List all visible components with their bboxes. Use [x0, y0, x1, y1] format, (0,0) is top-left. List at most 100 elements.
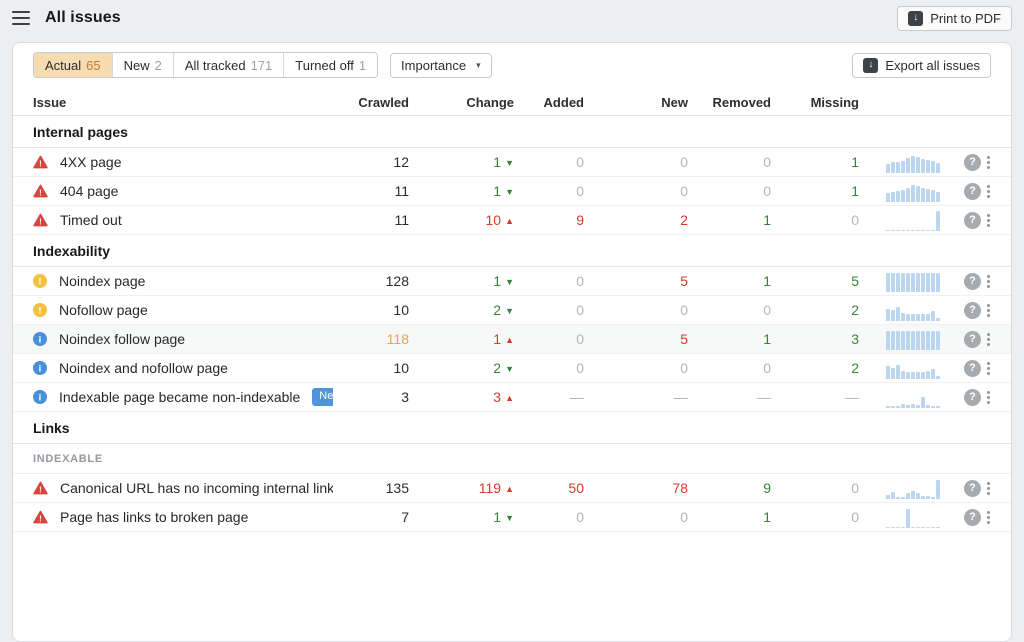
- filter-tab-actual[interactable]: Actual65: [34, 53, 112, 77]
- issue-cell[interactable]: !Timed out: [33, 212, 333, 228]
- change-value: 1▼: [409, 509, 514, 525]
- crawled-value: 118: [333, 331, 409, 347]
- change-up-icon: ▲: [505, 484, 514, 494]
- error-icon: !: [33, 184, 48, 198]
- issue-cell[interactable]: ! Page has links to broken page: [33, 509, 333, 525]
- missing-value: 5: [771, 273, 859, 289]
- more-options-kebab-icon[interactable]: [984, 274, 993, 289]
- missing-value: 0: [771, 480, 859, 496]
- table-row[interactable]: !404 page111▼0001?: [13, 177, 1011, 206]
- issue-cell[interactable]: iNoindex and nofollow page: [33, 360, 333, 376]
- change-up-icon: ▲: [505, 335, 514, 345]
- more-options-kebab-icon[interactable]: [984, 213, 993, 228]
- help-icon[interactable]: ?: [964, 212, 981, 229]
- change-down-icon: ▼: [505, 513, 514, 523]
- more-options-kebab-icon[interactable]: [984, 184, 993, 199]
- export-label: Export all issues: [885, 58, 980, 73]
- added-value: 0: [514, 302, 584, 318]
- hamburger-menu-icon[interactable]: [12, 11, 30, 25]
- issue-cell[interactable]: !Nofollow page: [33, 302, 333, 318]
- subsection-header: INDEXABLE: [13, 444, 1011, 474]
- crawled-value: 12: [333, 154, 409, 170]
- filter-count: 171: [251, 58, 273, 73]
- svg-text:!: !: [39, 159, 42, 168]
- print-to-pdf-label: Print to PDF: [930, 11, 1001, 26]
- issues-card: Actual65New2All tracked171Turned off1 Im…: [12, 42, 1012, 642]
- history-sparkline-chart: [886, 210, 951, 231]
- issue-cell[interactable]: iIndexable page became non-indexableNew: [33, 388, 333, 405]
- history-sparkline-chart: [886, 507, 951, 528]
- table-row[interactable]: !Timed out1110▲9210?: [13, 206, 1011, 235]
- more-options-kebab-icon[interactable]: [984, 155, 993, 170]
- added-value: 0: [514, 360, 584, 376]
- issue-label: Noindex follow page: [59, 331, 185, 347]
- table-row[interactable]: !4XX page121▼0001?: [13, 148, 1011, 177]
- filter-tabs: Actual65New2 All tracked 171 Turned off1: [33, 52, 378, 78]
- table-row[interactable]: iNoindex follow page1181▲0513?: [13, 325, 1011, 354]
- issue-label: 4XX page: [60, 154, 122, 170]
- crawled-value: 3: [333, 389, 409, 405]
- help-icon[interactable]: ?: [964, 302, 981, 319]
- help-icon[interactable]: ?: [964, 389, 981, 406]
- help-icon[interactable]: ?: [964, 331, 981, 348]
- table-row[interactable]: iNoindex and nofollow page102▼0002?: [13, 354, 1011, 383]
- info-icon: i: [33, 361, 47, 375]
- more-options-kebab-icon[interactable]: [984, 361, 993, 376]
- history-sparkline-chart: [886, 271, 951, 292]
- chevron-down-icon: ▾: [476, 60, 481, 71]
- more-options-kebab-icon[interactable]: [984, 332, 993, 347]
- new-value: 5: [584, 273, 688, 289]
- table-row[interactable]: !Nofollow page102▼0002?: [13, 296, 1011, 325]
- table-row[interactable]: !Page has links to broken page71▼0010?: [13, 503, 1011, 532]
- filter-count: 2: [155, 58, 162, 73]
- history-sparkline-chart: [886, 152, 951, 173]
- issue-cell[interactable]: !404 page: [33, 183, 333, 199]
- svg-text:!: !: [39, 485, 42, 494]
- more-options-kebab-icon[interactable]: [984, 303, 993, 318]
- more-options-kebab-icon[interactable]: [984, 481, 993, 496]
- filter-tab-new[interactable]: New2: [112, 53, 173, 77]
- help-icon[interactable]: ?: [964, 273, 981, 290]
- help-icon[interactable]: ?: [964, 480, 981, 497]
- filter-tab-all-tracked[interactable]: All tracked 171: [173, 53, 283, 77]
- issue-cell[interactable]: iNoindex follow page: [33, 331, 333, 347]
- crawled-value: 11: [333, 183, 409, 199]
- missing-value: 2: [771, 302, 859, 318]
- more-options-kebab-icon[interactable]: [984, 510, 993, 525]
- change-value: 1▼: [409, 154, 514, 170]
- svg-text:i: i: [39, 364, 42, 375]
- crawled-value: 11: [333, 212, 409, 228]
- issue-cell[interactable]: !Canonical URL has no incoming internal …: [33, 480, 333, 496]
- table-row[interactable]: !Canonical URL has no incoming internal …: [13, 474, 1011, 503]
- more-options-kebab-icon[interactable]: [984, 390, 993, 405]
- issue-cell[interactable]: ! 4XX page: [33, 154, 333, 170]
- removed-value: 0: [688, 360, 771, 376]
- removed-value: 1: [688, 273, 771, 289]
- table-row[interactable]: iIndexable page became non-indexableNew3…: [13, 383, 1011, 412]
- importance-dropdown[interactable]: Importance ▾: [390, 53, 492, 78]
- export-all-issues-button[interactable]: ↓ Export all issues: [852, 53, 991, 78]
- removed-value: 0: [688, 183, 771, 199]
- new-badge: New: [312, 388, 333, 405]
- help-icon[interactable]: ?: [964, 154, 981, 171]
- table-row[interactable]: !Noindex page1281▼0515?: [13, 267, 1011, 296]
- filter-label: All tracked: [185, 58, 246, 73]
- removed-value: 0: [688, 302, 771, 318]
- added-value: —: [514, 389, 584, 405]
- removed-value: 1: [688, 509, 771, 525]
- column-header-new: New: [584, 95, 688, 110]
- topbar: All issues ↓ Print to PDF: [0, 0, 1024, 36]
- filter-tab-turned-off[interactable]: Turned off1: [283, 53, 377, 77]
- help-icon[interactable]: ?: [964, 360, 981, 377]
- change-down-icon: ▼: [505, 187, 514, 197]
- change-up-icon: ▲: [505, 393, 514, 403]
- issue-cell[interactable]: !Noindex page: [33, 273, 333, 289]
- svg-text:!: !: [39, 514, 42, 523]
- download-icon: ↓: [908, 11, 923, 26]
- help-icon[interactable]: ?: [964, 509, 981, 526]
- svg-text:i: i: [39, 393, 42, 404]
- print-to-pdf-button[interactable]: ↓ Print to PDF: [897, 6, 1012, 31]
- issue-label: Page has links to broken page: [60, 509, 248, 525]
- help-icon[interactable]: ?: [964, 183, 981, 200]
- section-header: Internal pages: [13, 116, 1011, 148]
